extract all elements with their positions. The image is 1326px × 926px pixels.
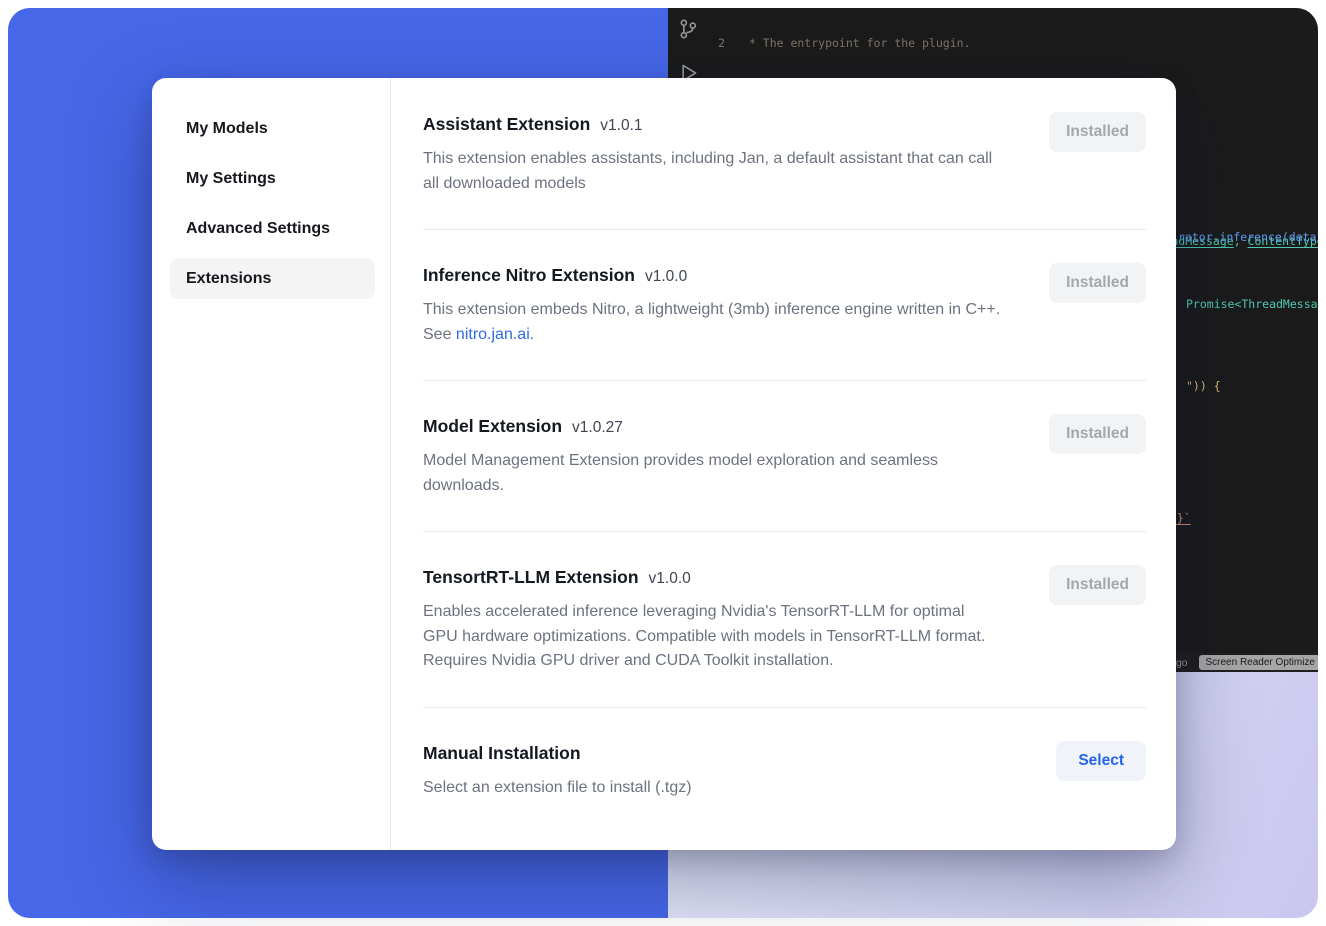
sidebar-item-my-settings[interactable]: My Settings (170, 158, 375, 199)
extension-title: Assistant Extension v1.0.1 (423, 112, 1001, 138)
code-fragment: ")) { (1186, 379, 1221, 393)
installed-button[interactable]: Installed (1049, 414, 1146, 454)
extensions-list: Assistant Extension v1.0.1 This extension… (391, 78, 1176, 850)
extension-description: Model Management Extension provides mode… (423, 449, 1001, 498)
sidebar-item-advanced-settings[interactable]: Advanced Settings (170, 208, 375, 249)
manual-installation-row: Manual Installation Select an extension … (423, 708, 1146, 834)
sidebar-item-my-models[interactable]: My Models (170, 108, 375, 149)
extension-description: This extension embeds Nitro, a lightweig… (423, 298, 1001, 347)
extension-description: Select an extension file to install (.tg… (423, 776, 692, 801)
extension-title: Manual Installation (423, 741, 692, 767)
extension-name: Inference Nitro Extension (423, 265, 635, 285)
extension-row-model: Model Extension v1.0.27 Model Management … (423, 381, 1146, 531)
screenshot-stage: 2 * The entrypoint for the plugin. 3 */ … (0, 0, 1326, 926)
select-file-button[interactable]: Select (1056, 741, 1146, 781)
installed-button[interactable]: Installed (1049, 112, 1146, 152)
extension-title: Inference Nitro Extension v1.0.0 (423, 263, 1001, 289)
extension-version: v1.0.27 (572, 419, 623, 436)
extension-row-assistant: Assistant Extension v1.0.1 This extension… (423, 112, 1146, 229)
extension-description: This extension enables assistants, inclu… (423, 147, 1001, 196)
extension-title: Model Extension v1.0.27 (423, 414, 1001, 440)
code-fragment: rator.inference(data)); (1178, 230, 1318, 244)
extension-name: Model Extension (423, 416, 562, 436)
code-line: 2 * The entrypoint for the plugin. (668, 35, 1318, 52)
nitro-jan-ai-link[interactable]: nitro.jan.ai. (456, 326, 534, 343)
extension-row-tensorrt-llm: TensortRT-LLM Extension v1.0.0 Enables ac… (423, 532, 1146, 707)
extension-name: Manual Installation (423, 743, 581, 763)
settings-modal: My Models My Settings Advanced Settings … (152, 78, 1176, 850)
installed-button[interactable]: Installed (1049, 565, 1146, 605)
extension-title: TensortRT-LLM Extension v1.0.0 (423, 565, 1001, 591)
code-fragment: Promise<ThreadMessage> (1186, 297, 1318, 311)
status-text: go (1176, 657, 1188, 669)
code-comment: * The entrypoint for the plugin. (742, 35, 970, 52)
extension-name: TensortRT-LLM Extension (423, 567, 639, 587)
screen-reader-chip[interactable]: Screen Reader Optimize (1199, 655, 1319, 670)
installed-button[interactable]: Installed (1049, 263, 1146, 303)
extension-row-inference-nitro: Inference Nitro Extension v1.0.0 This ext… (423, 230, 1146, 380)
extension-name: Assistant Extension (423, 114, 590, 134)
extension-description: Enables accelerated inference leveraging… (423, 600, 1001, 674)
sidebar-item-extensions[interactable]: Extensions (170, 258, 375, 299)
extension-version: v1.0.0 (645, 268, 687, 285)
extension-version: v1.0.1 (600, 117, 642, 134)
extension-version: v1.0.0 (649, 570, 691, 587)
settings-sidebar: My Models My Settings Advanced Settings … (152, 78, 391, 850)
line-number: 2 (668, 35, 742, 52)
